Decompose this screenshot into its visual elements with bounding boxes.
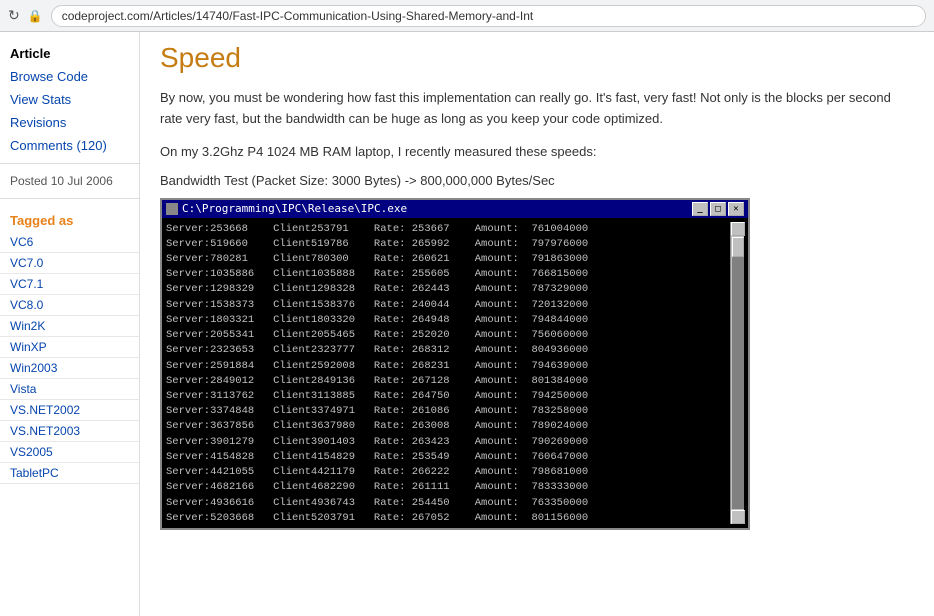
cmd-title-text: C:\Programming\IPC\Release\IPC.exe xyxy=(182,202,407,215)
lock-icon: 🔒 xyxy=(28,9,43,23)
cmd-minimize-button[interactable]: _ xyxy=(692,202,708,216)
speed-paragraph: On my 3.2Ghz P4 1024 MB RAM laptop, I re… xyxy=(160,144,914,159)
bandwidth-text: Bandwidth Test (Packet Size: 3000 Bytes)… xyxy=(160,173,914,188)
cmd-body: Server:253668 Client253791 Rate: 253667 … xyxy=(162,218,748,528)
refresh-icon[interactable]: ↻ xyxy=(8,7,20,24)
cmd-title-section: C:\Programming\IPC\Release\IPC.exe xyxy=(166,202,407,215)
tag-vc80[interactable]: VC8.0 xyxy=(0,295,139,316)
tag-vc6[interactable]: VC6 xyxy=(0,232,139,253)
article-section-title: Article xyxy=(0,40,139,65)
tag-vc70[interactable]: VC7.0 xyxy=(0,253,139,274)
tag-vsnet2002[interactable]: VS.NET2002 xyxy=(0,400,139,421)
cmd-output: Server:253668 Client253791 Rate: 253667 … xyxy=(166,222,730,524)
tag-vista[interactable]: Vista xyxy=(0,379,139,400)
cmd-window: C:\Programming\IPC\Release\IPC.exe _ □ ✕… xyxy=(160,198,750,530)
cmd-scrollbar[interactable]: ▲ ▼ xyxy=(730,222,744,524)
scroll-down-arrow[interactable]: ▼ xyxy=(731,510,745,524)
tag-vc71[interactable]: VC7.1 xyxy=(0,274,139,295)
tag-vsnet2003[interactable]: VS.NET2003 xyxy=(0,421,139,442)
sidebar-view-stats[interactable]: View Stats xyxy=(0,88,139,111)
cmd-controls: _ □ ✕ xyxy=(692,202,744,216)
scroll-thumb[interactable] xyxy=(732,237,744,257)
tag-vs2005[interactable]: VS2005 xyxy=(0,442,139,463)
url-bar[interactable]: codeproject.com/Articles/14740/Fast-IPC-… xyxy=(51,5,926,27)
tagged-as-title: Tagged as xyxy=(0,205,139,232)
sidebar: Article Browse Code View Stats Revisions… xyxy=(0,32,140,616)
tag-winxp[interactable]: WinXP xyxy=(0,337,139,358)
intro-paragraph: By now, you must be wondering how fast t… xyxy=(160,88,914,130)
sidebar-browse-code[interactable]: Browse Code xyxy=(0,65,139,88)
sidebar-revisions[interactable]: Revisions xyxy=(0,111,139,134)
sidebar-divider xyxy=(0,163,139,164)
sidebar-posted: Posted 10 Jul 2006 xyxy=(0,170,139,192)
cmd-titlebar: C:\Programming\IPC\Release\IPC.exe _ □ ✕ xyxy=(162,200,748,218)
page-layout: Article Browse Code View Stats Revisions… xyxy=(0,32,934,616)
cmd-app-icon xyxy=(166,203,178,215)
scroll-track xyxy=(732,237,744,509)
cmd-close-button[interactable]: ✕ xyxy=(728,202,744,216)
main-content: Speed By now, you must be wondering how … xyxy=(140,32,934,616)
scroll-up-arrow[interactable]: ▲ xyxy=(731,222,745,236)
sidebar-comments[interactable]: Comments (120) xyxy=(0,134,139,157)
browser-bar: ↻ 🔒 codeproject.com/Articles/14740/Fast-… xyxy=(0,0,934,32)
page-heading: Speed xyxy=(160,42,914,74)
tag-win2k[interactable]: Win2K xyxy=(0,316,139,337)
cmd-restore-button[interactable]: □ xyxy=(710,202,726,216)
sidebar-divider2 xyxy=(0,198,139,199)
tag-win2003[interactable]: Win2003 xyxy=(0,358,139,379)
tag-tabletpc[interactable]: TabletPC xyxy=(0,463,139,484)
